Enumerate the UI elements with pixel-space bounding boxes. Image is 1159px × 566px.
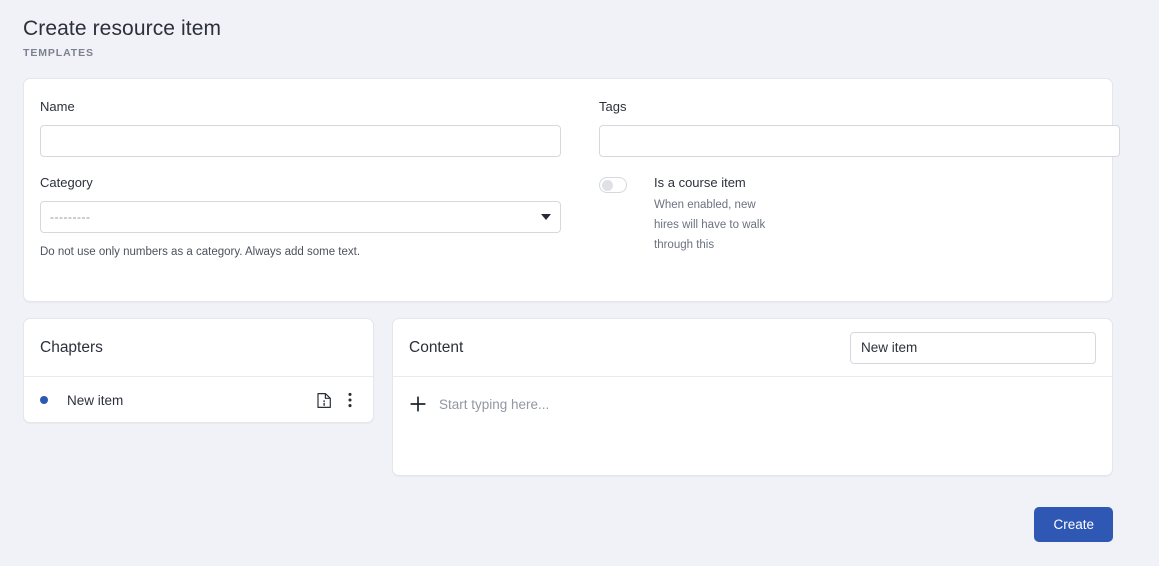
create-resource-item-page: Create resource item TEMPLATES Name Cate… [0,0,1159,566]
category-help-text: Do not use only numbers as a category. A… [40,246,361,258]
tags-label: Tags [599,99,627,114]
category-select[interactable]: --------- [40,201,561,233]
form-footer: Create [23,507,1113,542]
category-select-value: --------- [50,210,91,224]
content-panel-header: Content [393,319,1112,377]
chapter-bullet-icon [40,396,48,404]
content-panel: Content Start typing here... [392,318,1113,476]
chapters-panel-header: Chapters [24,319,373,377]
course-item-toggle-row: Is a course item When enabled, new hires… [599,175,1098,255]
chapter-item-label: New item [67,392,124,408]
course-item-toggle-text: Is a course item When enabled, new hires… [654,175,766,255]
toggle-knob [602,180,613,191]
page-title: Create resource item [23,17,222,40]
category-label: Category [40,175,93,190]
form-column-right: Tags Is a course item When enabled, new … [561,99,1120,277]
content-item-title-input[interactable] [850,331,1096,364]
course-item-toggle-help: When enabled, new hires will have to wal… [654,199,766,251]
course-item-toggle-label: Is a course item [654,175,746,190]
name-label: Name [40,99,75,114]
tags-input[interactable] [599,125,1120,157]
course-item-toggle[interactable] [599,177,627,193]
name-field-group: Name [40,99,561,157]
breadcrumb-templates: TEMPLATES [23,47,94,59]
category-field-group: Category --------- Do not use only numbe… [40,175,561,259]
category-select-box[interactable]: --------- [40,201,561,233]
editor-first-line[interactable]: Start typing here... [409,395,1096,413]
form-column-left: Name Category --------- Do not use only … [40,99,561,277]
tags-field-group: Tags [599,99,1120,157]
chapters-title: Chapters [40,339,103,356]
resource-form-card: Name Category --------- Do not use only … [23,78,1120,302]
chapter-list-item[interactable]: New item [24,377,373,422]
plus-icon[interactable] [409,395,427,413]
content-editor[interactable]: Start typing here... [393,377,1112,475]
chapters-panel: Chapters New item [23,318,374,423]
content-title: Content [409,339,464,356]
page-header: Create resource item TEMPLATES [0,0,1159,59]
chevron-down-icon [541,214,551,220]
editor-placeholder: Start typing here... [439,396,550,412]
file-info-icon[interactable] [313,389,335,411]
name-input[interactable] [40,125,561,157]
more-vertical-icon[interactable] [339,389,361,411]
create-button[interactable]: Create [1034,507,1113,542]
